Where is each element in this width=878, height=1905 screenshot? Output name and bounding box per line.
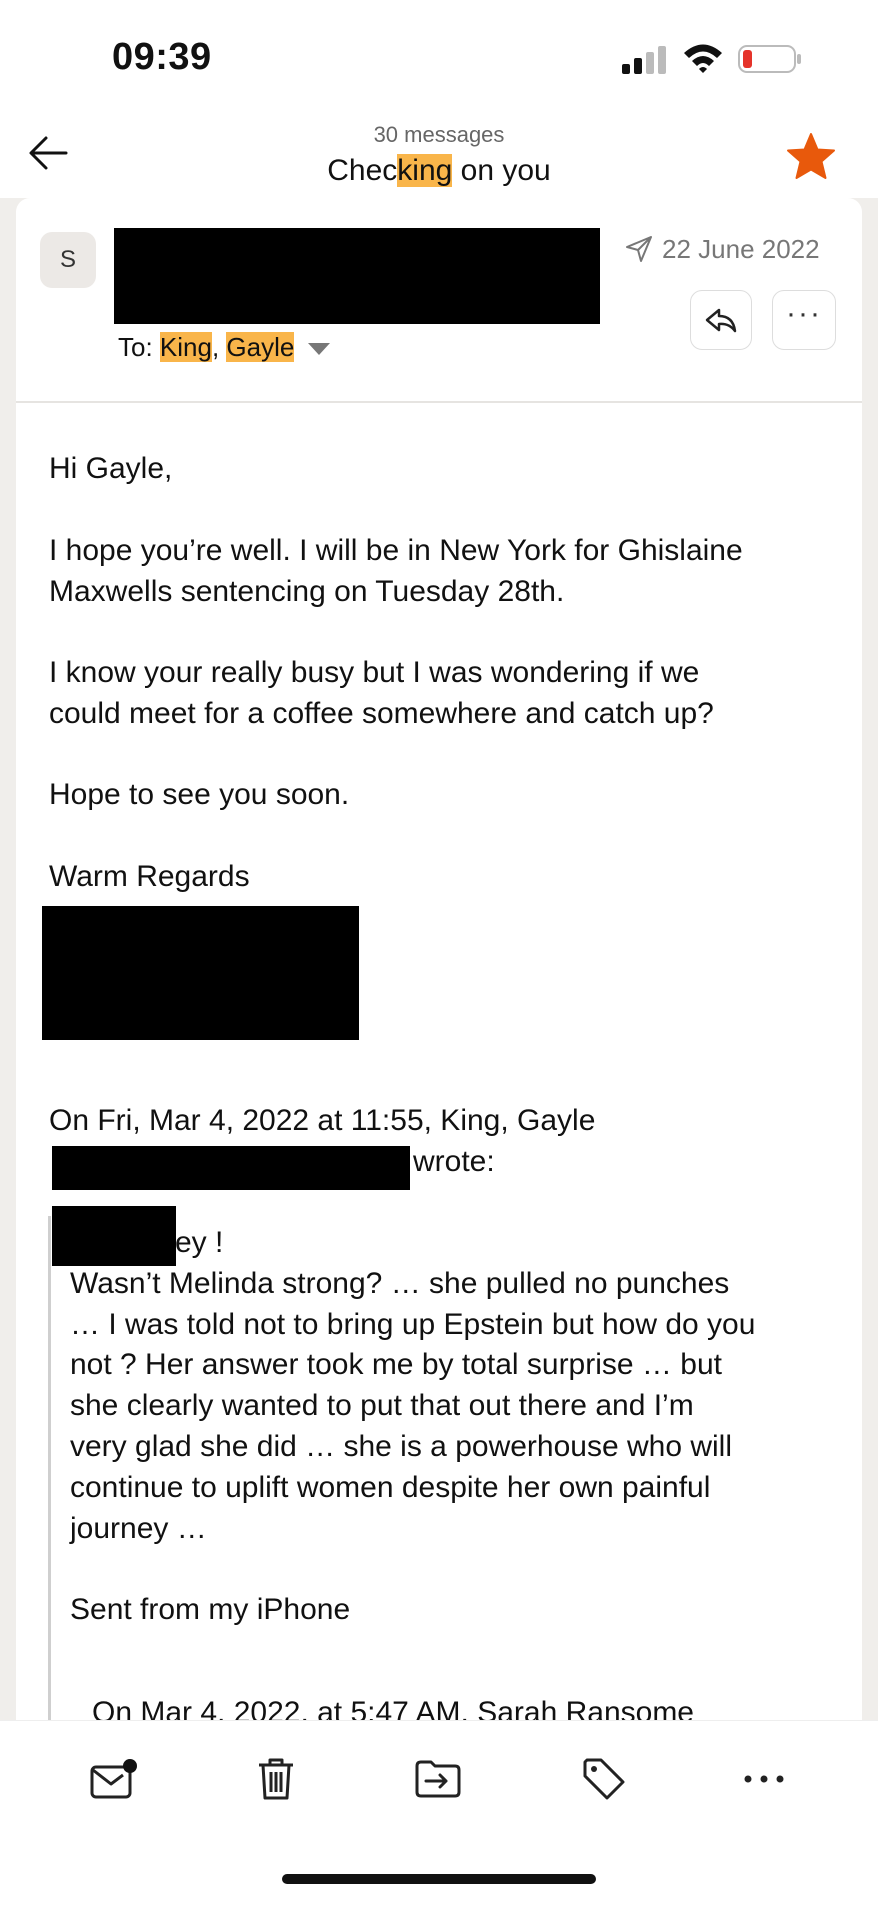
- reply-icon: [705, 308, 737, 333]
- more-icon: [744, 1775, 784, 1783]
- more-options-button[interactable]: ···: [772, 290, 836, 350]
- sender-redaction: [114, 228, 600, 324]
- quote-line: journey …: [70, 1512, 207, 1545]
- quote-line: continue to uplift women despite her own…: [70, 1471, 711, 1504]
- home-indicator[interactable]: [282, 1874, 596, 1884]
- move-button[interactable]: [408, 1749, 468, 1809]
- wifi-icon: [684, 44, 722, 73]
- quote-line: ey !: [175, 1226, 224, 1259]
- recipients-line[interactable]: To: King, Gayle: [118, 332, 331, 363]
- quote-line: Wasn’t Melinda strong? … she pulled no p…: [70, 1267, 730, 1300]
- header-divider: [16, 401, 862, 403]
- quote-header-wrote: wrote:: [413, 1145, 495, 1178]
- thread-subject: Checking on you: [0, 154, 878, 188]
- label-button[interactable]: [574, 1749, 634, 1809]
- delete-button[interactable]: [246, 1749, 306, 1809]
- date-text: 22 June 2022: [662, 234, 820, 264]
- tag-icon: [583, 1758, 625, 1800]
- cellular-signal-icon: [622, 46, 666, 74]
- body-line: Hope to see you soon.: [49, 778, 350, 811]
- quote-line: she clearly wanted to put that out there…: [70, 1389, 694, 1422]
- subject-part: on you: [452, 154, 551, 187]
- email-message-card: S To: King, Gayle 22 June 2022 ··· Hi Ga…: [16, 198, 862, 1720]
- signoff: Warm Regards: [49, 860, 250, 893]
- quote-signature: Sent from my iPhone: [70, 1593, 351, 1626]
- recipient-name: King: [159, 332, 212, 362]
- subject-search-highlight: king: [397, 154, 453, 187]
- recipient-name: Gayle: [226, 332, 295, 362]
- message-count: 30 messages: [373, 122, 505, 147]
- thread-header: 30 messages Checking on you: [0, 120, 878, 198]
- to-label: To:: [118, 332, 153, 362]
- greeting: Hi Gayle,: [49, 452, 173, 485]
- status-bar: 09:39: [0, 0, 878, 120]
- chevron-down-icon[interactable]: [308, 343, 331, 356]
- reply-button[interactable]: [690, 290, 752, 350]
- signature-redaction: [42, 906, 359, 1040]
- battery-icon: [738, 45, 801, 73]
- trash-icon: [259, 1758, 293, 1800]
- mail-unread-icon: [90, 1759, 137, 1799]
- sent-date: 22 June 2022: [624, 234, 820, 265]
- nested-quote-header: On Mar 4, 2022, at 5:47 AM, Sarah Ransom…: [92, 1696, 694, 1720]
- greeting-redaction: [52, 1206, 176, 1266]
- send-icon: [626, 236, 652, 262]
- quote-line: … I was told not to bring up Epstein but…: [70, 1308, 756, 1341]
- body-line: I hope you’re well. I will be in New Yor…: [49, 534, 743, 567]
- quote-header: On Fri, Mar 4, 2022 at 11:55, King, Gayl…: [49, 1104, 596, 1137]
- email-address-redaction: [52, 1146, 410, 1190]
- quote-line: not ? Her answer took me by total surpri…: [70, 1348, 722, 1381]
- body-line: Maxwells sentencing on Tuesday 28th.: [49, 575, 565, 608]
- body-line: could meet for a coffee somewhere and ca…: [49, 697, 714, 730]
- move-to-folder-icon: [415, 1760, 461, 1798]
- toolbar-more-button[interactable]: [734, 1749, 794, 1809]
- avatar: S: [40, 232, 96, 288]
- quote-bar: [48, 1216, 51, 1720]
- body-line: I know your really busy but I was wonder…: [49, 656, 700, 689]
- mark-unread-button[interactable]: [84, 1749, 144, 1809]
- quote-line: very glad she did … she is a powerhouse …: [70, 1430, 733, 1463]
- subject-part: Chec: [327, 154, 398, 187]
- star-icon[interactable]: [784, 130, 838, 184]
- status-time: 09:39: [112, 36, 212, 78]
